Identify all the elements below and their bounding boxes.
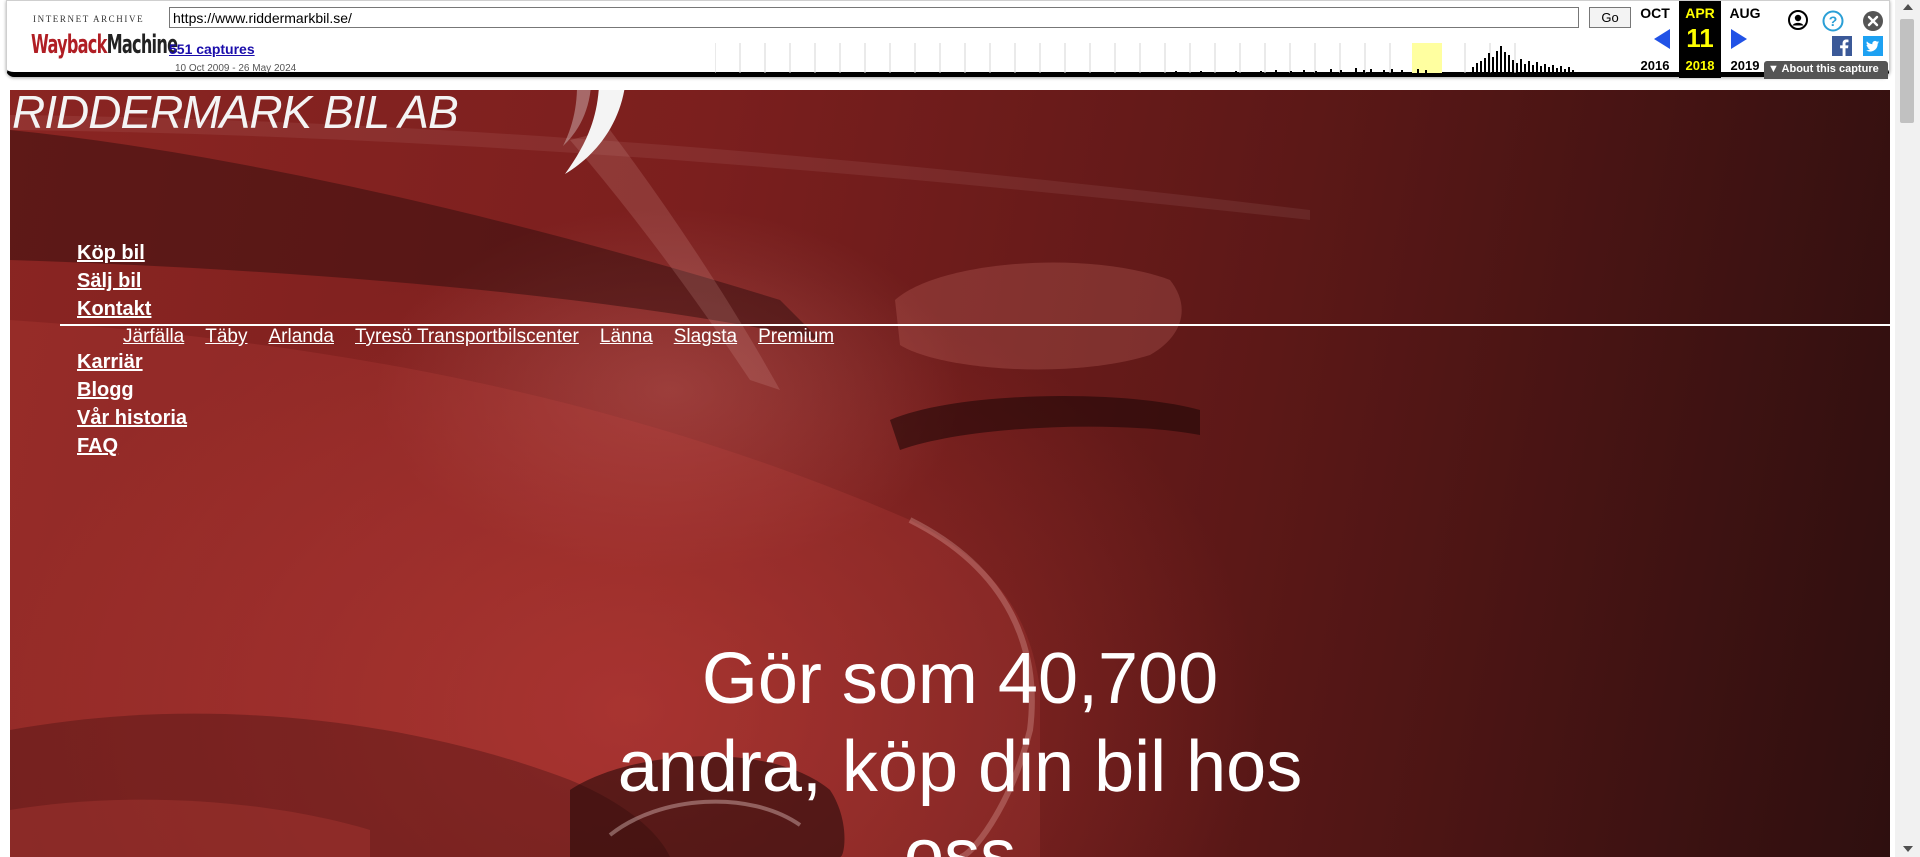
- facebook-icon[interactable]: [1832, 36, 1852, 56]
- prev-year-label: 2016: [1640, 58, 1670, 73]
- subnav-item-taby[interactable]: Täby: [205, 326, 247, 348]
- wayback-wordmark-machine: Machine: [106, 30, 178, 60]
- prev-month-label[interactable]: OCT: [1634, 5, 1676, 21]
- nav-item-kop-bil[interactable]: Köp bil: [77, 242, 145, 265]
- nav-item-kontakt[interactable]: Kontakt: [77, 298, 151, 321]
- logo-swoosh-icon: [563, 90, 625, 174]
- current-day-label: 11: [1686, 23, 1714, 53]
- subnav-item-tyreso[interactable]: Tyresö Transportbilscenter: [355, 326, 579, 348]
- capture-date-range: 10 Oct 2009 - 26 May 2024: [175, 63, 297, 74]
- hero-section: RIDDERMARK BIL AB Köp bil Sälj bil Konta…: [10, 90, 1890, 857]
- subnav-item-premium[interactable]: Premium: [758, 326, 834, 348]
- wayback-machine-wordmark: WaybackMachine: [31, 30, 178, 60]
- caret-down-icon: ▼: [1768, 63, 1779, 75]
- sparkline-year-dividers: [715, 43, 1516, 73]
- url-input[interactable]: [169, 7, 1579, 28]
- current-year-label: 2018: [1685, 58, 1715, 73]
- subnav-item-jarfalla[interactable]: Järfälla: [123, 326, 184, 348]
- next-arrow-icon[interactable]: [1731, 29, 1747, 49]
- captures-link[interactable]: 551 captures: [169, 41, 255, 57]
- page-scrollbar[interactable]: [1895, 0, 1920, 857]
- help-icon[interactable]: ?: [1822, 10, 1844, 32]
- hero-heading: Gör som 40,700 andra, köp din bil hos oss: [550, 635, 1370, 857]
- go-button[interactable]: Go: [1589, 7, 1631, 28]
- next-month-label[interactable]: AUG: [1724, 5, 1766, 21]
- hero-heading-line-3: oss: [903, 815, 1017, 857]
- scroll-up-icon[interactable]: [1903, 4, 1913, 10]
- subnav-item-lanna[interactable]: Länna: [600, 326, 653, 348]
- scroll-down-icon[interactable]: [1903, 846, 1913, 852]
- wayback-logo[interactable]: INTERNET ARCHIVE WaybackMachine: [19, 11, 178, 66]
- sparkline-current-year-highlight: [1412, 43, 1442, 73]
- scroll-thumb[interactable]: [1900, 19, 1914, 123]
- about-capture-label: About this capture: [1781, 63, 1879, 75]
- subnav-item-arlanda[interactable]: Arlanda: [269, 326, 335, 348]
- close-icon[interactable]: [1863, 11, 1883, 31]
- about-capture-button[interactable]: ▼ About this capture: [1764, 61, 1888, 79]
- hero-heading-line-2: andra, köp din bil hos: [617, 727, 1303, 807]
- twitter-icon[interactable]: [1863, 36, 1883, 56]
- location-subnav: Järfälla Täby Arlanda Tyresö Transportbilsc…: [123, 326, 855, 348]
- wayback-wordmark-way: Wayback: [31, 30, 107, 60]
- internet-archive-label: INTERNET ARCHIVE: [33, 14, 145, 24]
- capture-sparkline[interactable]: [715, 43, 1615, 73]
- subnav-item-slagsta[interactable]: Slagsta: [674, 326, 737, 348]
- nav-item-salj-bil[interactable]: Sälj bil: [77, 270, 141, 293]
- nav-item-blogg[interactable]: Blogg: [77, 379, 134, 402]
- site-logo[interactable]: RIDDERMARK BIL AB: [12, 90, 459, 139]
- nav-item-karriar[interactable]: Karriär: [77, 351, 143, 374]
- wayback-toolbar: INTERNET ARCHIVE WaybackMachine Go 551 c…: [6, 0, 1890, 79]
- next-year-label: 2019: [1730, 58, 1760, 73]
- nav-item-var-historia[interactable]: Vår historia: [77, 407, 187, 430]
- nav-item-faq[interactable]: FAQ: [77, 435, 118, 458]
- prev-arrow-icon[interactable]: [1654, 29, 1670, 49]
- hero-heading-line-1: Gör som 40,700: [701, 639, 1219, 719]
- svg-text:?: ?: [1829, 13, 1838, 29]
- current-month-label: APR: [1685, 5, 1715, 21]
- user-icon[interactable]: [1788, 10, 1808, 30]
